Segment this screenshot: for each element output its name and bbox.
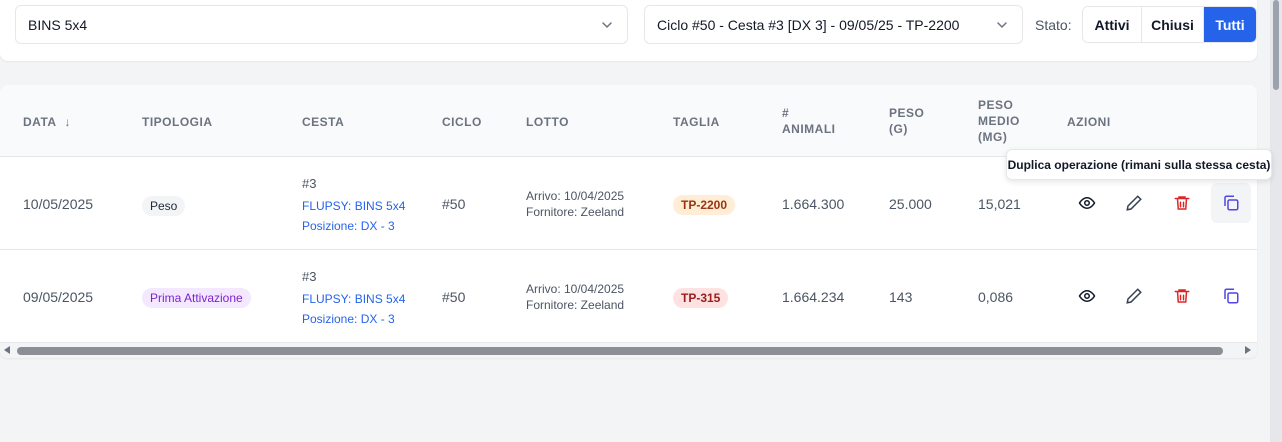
duplicate-button[interactable] <box>1211 276 1251 316</box>
lotto-fornitore: Fornitore: Zeeland <box>526 205 625 219</box>
edit-button[interactable] <box>1114 183 1154 223</box>
arrow-down-icon: ↓ <box>64 115 72 129</box>
stato-tutti-button[interactable]: Tutti <box>1204 7 1256 42</box>
view-button[interactable] <box>1067 183 1107 223</box>
trash-icon <box>1174 289 1190 303</box>
scroll-left-arrow-icon[interactable] <box>4 346 10 354</box>
horizontal-scrollbar[interactable] <box>0 343 1257 358</box>
operations-table: DATA ↓ TIPOLOGIA CESTA CICLO LOTTO TAGLIA… <box>0 85 1257 358</box>
copy-icon <box>1224 288 1239 304</box>
taglia-badge: TP-2200 <box>673 195 736 215</box>
view-button[interactable] <box>1067 276 1107 316</box>
header-animali-line2: ANIMALI <box>782 122 836 136</box>
lotto-fornitore: Fornitore: Zeeland <box>526 298 625 312</box>
edit-button[interactable] <box>1114 276 1154 316</box>
header-medio-line2: MEDIO <box>978 114 1020 128</box>
header-data-label: DATA <box>23 115 57 129</box>
posizione-link[interactable]: Posizione: DX - 3 <box>302 219 395 233</box>
cycle-select-value: Ciclo #50 - Cesta #3 [DX 3] - 09/05/25 -… <box>657 16 960 33</box>
header-ciclo: CICLO <box>442 115 482 129</box>
header-peso-medio: PESO MEDIO (MG) <box>978 97 1020 145</box>
basket-select[interactable]: BINS 5x4 <box>15 5 628 44</box>
stato-attivi-button[interactable]: Attivi <box>1083 7 1142 42</box>
header-medio-line1: PESO <box>978 98 1014 112</box>
table-row: 09/05/2025 Prima Attivazione #3 FLUPSY: … <box>0 250 1257 343</box>
taglia-badge: TP-315 <box>673 288 729 308</box>
cell-data: 10/05/2025 <box>23 196 94 212</box>
posizione-link[interactable]: Posizione: DX - 3 <box>302 312 395 326</box>
filter-bar: BINS 5x4 Ciclo #50 - Cesta #3 [DX 3] - 0… <box>0 0 1257 61</box>
flupsy-link[interactable]: FLUPSY: BINS 5x4 <box>302 292 405 306</box>
pencil-icon <box>1126 195 1142 211</box>
delete-button[interactable] <box>1162 276 1202 316</box>
chevron-down-icon <box>997 22 1007 29</box>
header-animali-line1: # <box>782 106 790 120</box>
cycle-select[interactable]: Ciclo #50 - Cesta #3 [DX 3] - 09/05/25 -… <box>644 5 1023 44</box>
trash-icon <box>1174 196 1190 210</box>
header-peso: PESO (G) <box>889 105 924 137</box>
lotto-arrivo: Arrivo: 10/04/2025 <box>526 282 625 296</box>
header-data[interactable]: DATA ↓ <box>23 114 71 130</box>
cell-peso-medio: 0,086 <box>978 289 1014 305</box>
lotto-arrivo: Arrivo: 10/04/2025 <box>526 189 625 203</box>
basket-select-value: BINS 5x4 <box>28 16 88 33</box>
cell-peso: 143 <box>889 289 913 305</box>
pencil-icon <box>1126 288 1142 304</box>
cell-animali: 1.664.234 <box>782 289 845 305</box>
stato-label: Stato: <box>1035 17 1072 33</box>
horizontal-scrollbar-thumb[interactable] <box>17 347 1223 355</box>
cell-peso-medio: 15,021 <box>978 196 1021 212</box>
flupsy-link[interactable]: FLUPSY: BINS 5x4 <box>302 199 405 213</box>
tipologia-badge: Prima Attivazione <box>142 288 251 308</box>
header-taglia: TAGLIA <box>673 115 720 129</box>
cell-animali: 1.664.300 <box>782 196 845 212</box>
cell-cesta-number: #3 <box>302 269 317 284</box>
header-cesta: CESTA <box>302 115 345 129</box>
header-lotto: LOTTO <box>526 115 569 129</box>
stato-chiusi-button[interactable]: Chiusi <box>1142 7 1204 42</box>
tipologia-badge: Peso <box>142 196 186 216</box>
stato-toggle-group: Attivi Chiusi Tutti <box>1082 6 1257 43</box>
eye-icon <box>1078 196 1096 210</box>
header-tipologia: TIPOLOGIA <box>142 115 213 129</box>
duplicate-button[interactable] <box>1211 183 1251 223</box>
header-azioni: AZIONI <box>1067 115 1111 129</box>
eye-icon <box>1078 289 1096 303</box>
cell-cesta-number: #3 <box>302 176 317 191</box>
duplicate-tooltip: Duplica operazione (rimani sulla stessa … <box>1006 149 1272 180</box>
header-medio-line3: (MG) <box>978 130 1008 144</box>
table-header: DATA ↓ TIPOLOGIA CESTA CICLO LOTTO TAGLIA… <box>0 85 1257 157</box>
cell-ciclo: #50 <box>442 289 466 305</box>
cell-peso: 25.000 <box>889 196 932 212</box>
scroll-right-arrow-icon[interactable] <box>1245 346 1251 354</box>
cell-data: 09/05/2025 <box>23 289 94 305</box>
copy-icon <box>1224 195 1239 211</box>
header-peso-line1: PESO <box>889 106 925 120</box>
page-scrollbar-thumb[interactable] <box>1273 0 1279 90</box>
delete-button[interactable] <box>1162 183 1202 223</box>
chevron-down-icon <box>602 22 612 29</box>
header-animali: # ANIMALI <box>782 105 836 137</box>
header-peso-line2: (G) <box>889 122 908 136</box>
cell-ciclo: #50 <box>442 196 466 212</box>
page-scrollbar[interactable] <box>1270 0 1282 442</box>
